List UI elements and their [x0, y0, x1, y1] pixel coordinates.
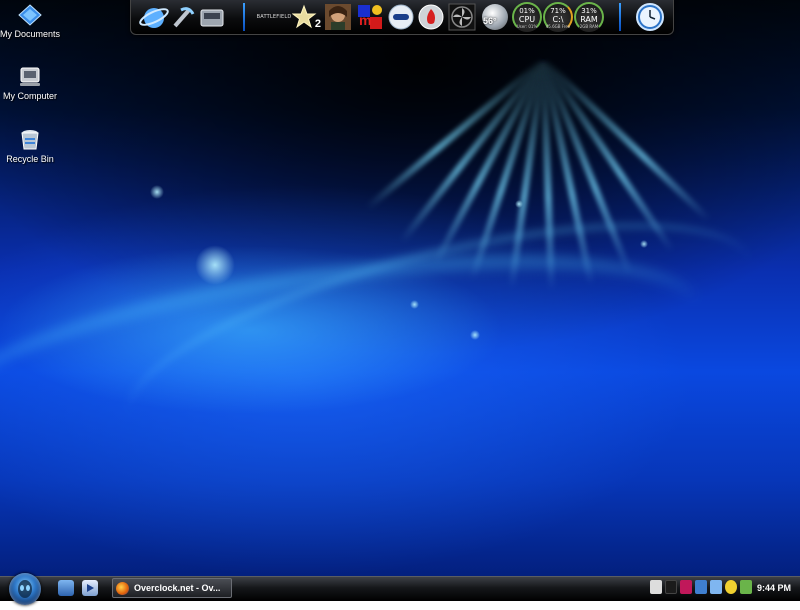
messenger-icon[interactable] [386, 2, 416, 32]
top-dock: BATTLEFIELD 2 m 56° 01% CPU User: 01% 71… [130, 0, 674, 35]
quick-launch-ie-icon[interactable] [58, 580, 74, 596]
cpu-percent: 01% [519, 7, 535, 15]
desktop-icon-my-computer[interactable]: My Computer [0, 66, 62, 101]
computer-drive-icon[interactable] [197, 2, 227, 32]
tray-icon-2[interactable] [665, 580, 677, 594]
cpu-detail: User: 01% [516, 24, 538, 29]
tray-icon-3[interactable] [680, 580, 692, 594]
ram-label: RAM [580, 15, 598, 24]
taskbar-clock[interactable]: 9:44 PM [752, 578, 796, 598]
desktop-wallpaper [0, 0, 800, 600]
clock-widget-icon[interactable] [633, 2, 667, 32]
taskbar-button-title: Overclock.net - Ov... [134, 583, 221, 593]
desktop-icon-label: My Computer [2, 91, 57, 101]
tray-icon-5[interactable] [710, 580, 722, 594]
system-tray [650, 580, 752, 596]
ram-gauge: 31% RAM 2GB RAM [573, 2, 605, 32]
battlefield-icon[interactable]: BATTLEFIELD [255, 2, 293, 32]
my-documents-icon [17, 4, 43, 26]
dock-separator [619, 3, 621, 31]
desktop-icon-label: My Documents [0, 29, 61, 39]
svg-text:m: m [359, 12, 371, 28]
taskbar-button-overclock[interactable]: Overclock.net - Ov... [112, 578, 232, 598]
tray-icon-1[interactable] [650, 580, 662, 594]
tray-icon-4[interactable] [695, 580, 707, 594]
star-badge-number: 2 [314, 18, 321, 30]
battlefield-label: BATTLEFIELD [256, 14, 292, 20]
ram-detail: 2GB RAM [579, 24, 599, 29]
cpu-gauge: 01% CPU User: 01% [511, 2, 543, 32]
cpu-label: CPU [518, 15, 536, 24]
disk-detail: 45.6GB Free [545, 24, 571, 29]
recycle-bin-icon [17, 129, 43, 151]
weather-widget[interactable]: 56° [479, 2, 511, 32]
network-icon[interactable] [169, 2, 199, 32]
tray-icon-7[interactable] [740, 580, 752, 594]
firefox-icon [116, 581, 129, 595]
alien-logo-icon [18, 580, 32, 598]
desktop-icon-label: Recycle Bin [6, 154, 54, 164]
star-badge-icon[interactable]: 2 [291, 2, 321, 32]
desktop-icon-my-documents[interactable]: My Documents [0, 4, 62, 39]
disk-label: C:\ [552, 15, 564, 24]
fan-icon[interactable] [447, 2, 477, 32]
start-button[interactable] [9, 573, 41, 605]
my-computer-icon [17, 66, 43, 88]
internet-explorer-icon[interactable] [137, 2, 171, 32]
disk-gauge: 71% C:\ 45.6GB Free [542, 2, 574, 32]
quick-launch-media-icon[interactable] [82, 580, 98, 596]
media-player-classic-icon[interactable]: m [355, 2, 385, 32]
dock-separator [243, 3, 245, 31]
game-character-icon[interactable] [323, 2, 353, 32]
tray-icon-6[interactable] [725, 580, 737, 594]
temperature-readout: 56° [483, 16, 497, 26]
desktop-icon-recycle-bin[interactable]: Recycle Bin [0, 129, 62, 164]
ram-percent: 31% [581, 7, 597, 15]
disk-percent: 71% [550, 7, 566, 15]
burner-app-icon[interactable] [416, 2, 446, 32]
